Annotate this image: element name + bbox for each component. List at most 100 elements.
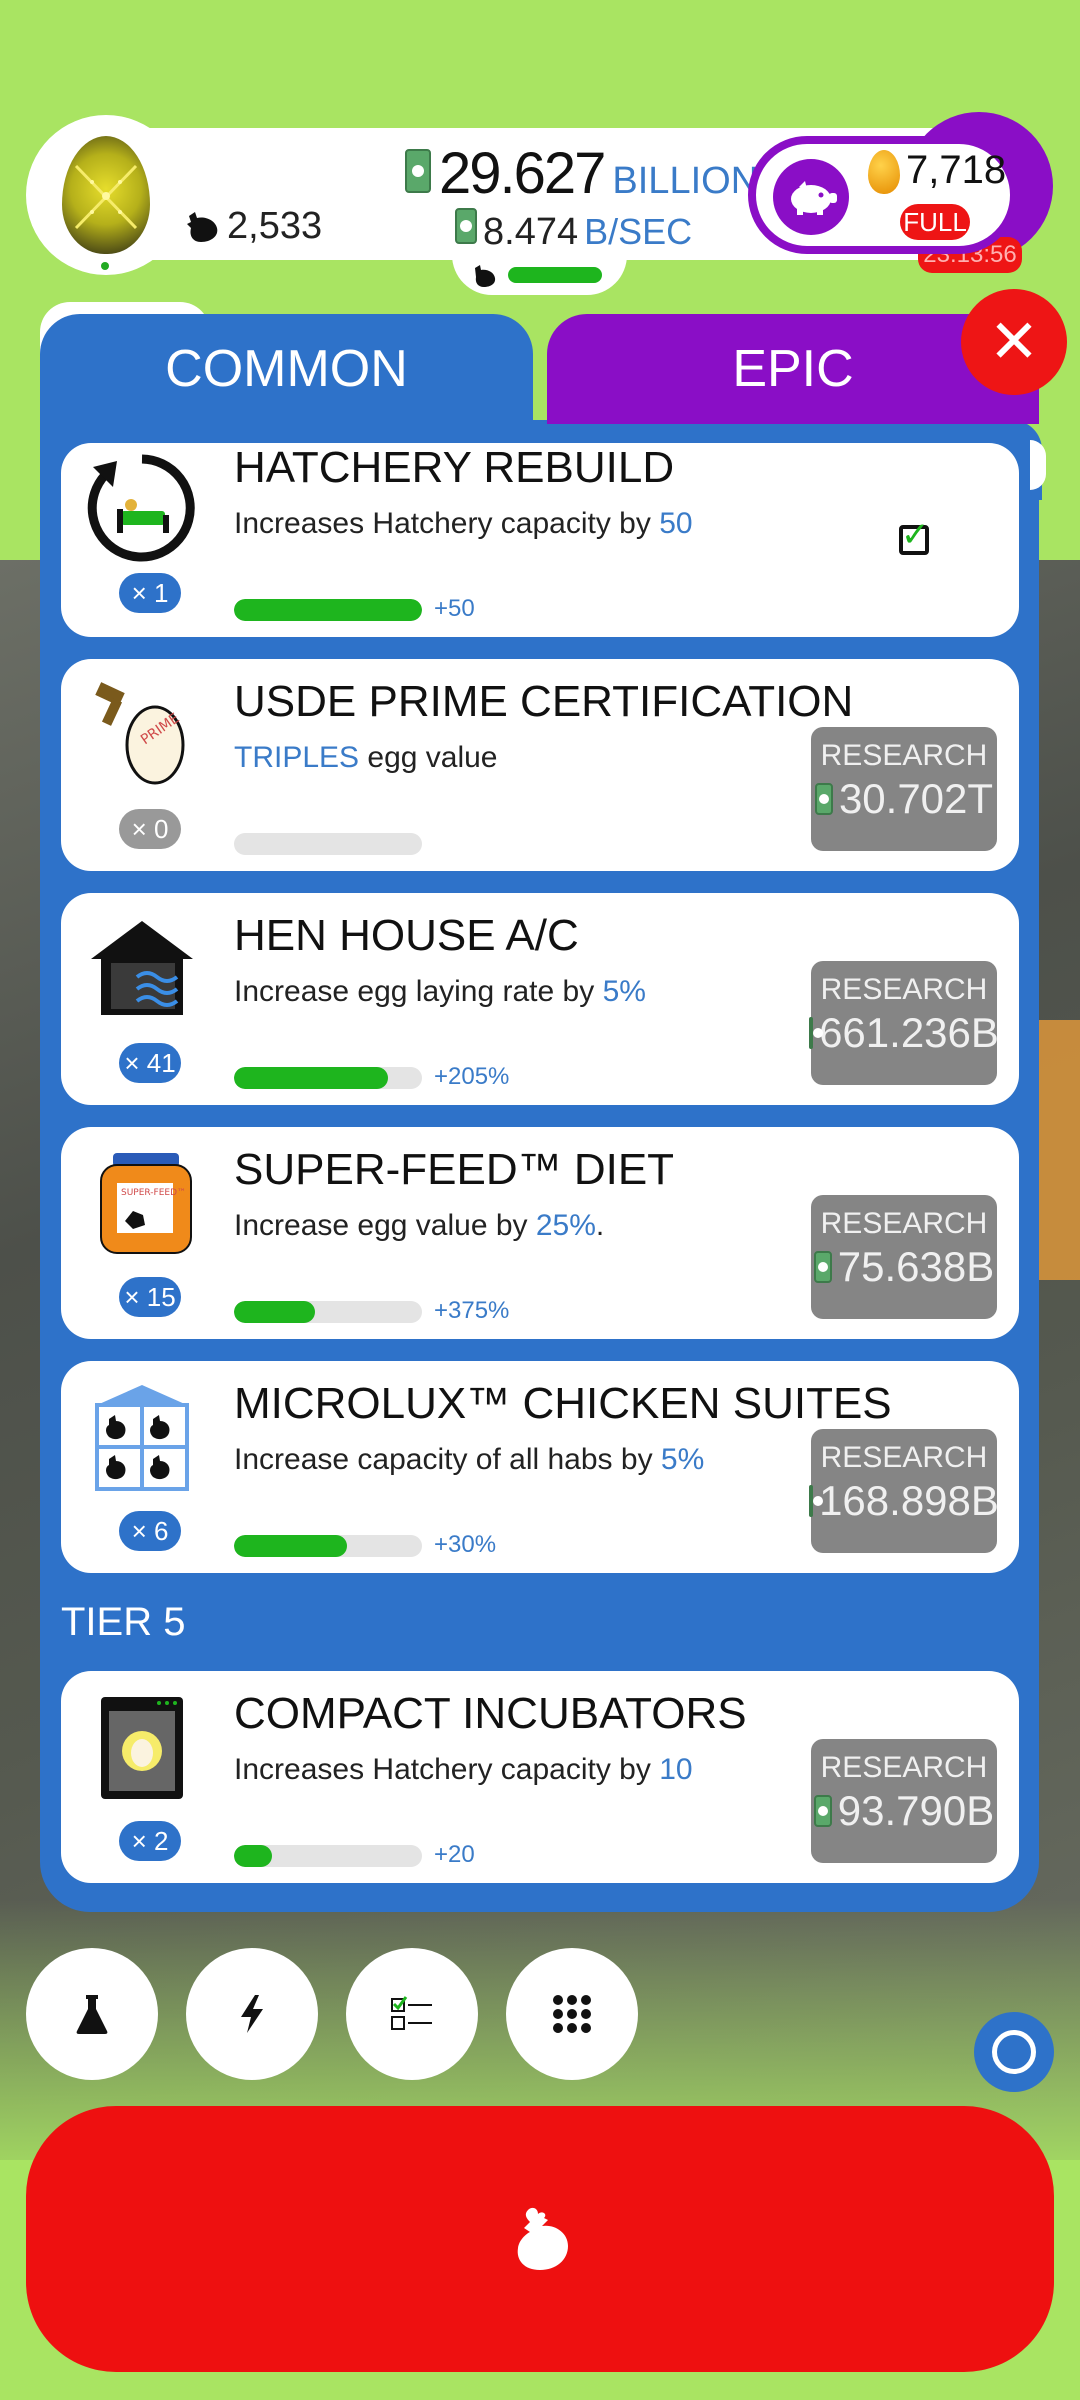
- research-bonus: +20: [434, 1841, 475, 1868]
- research-nav-button[interactable]: [26, 1948, 158, 2080]
- research-button[interactable]: RESEARCH 30.702T: [811, 727, 997, 851]
- close-button[interactable]: ✕: [961, 289, 1067, 395]
- research-cost: 30.702T: [838, 775, 994, 822]
- research-cost: 75.638B: [837, 1243, 995, 1290]
- research-item-hen-house-ac[interactable]: × 41 HEN HOUSE A/C Increase egg laying r…: [61, 893, 1019, 1105]
- research-bonus: +205%: [434, 1063, 510, 1090]
- cash-icon: [405, 149, 431, 193]
- research-title: HATCHERY REBUILD: [234, 443, 675, 492]
- hen-house-ac-icon: [87, 915, 197, 1025]
- research-button-label: RESEARCH: [820, 1441, 988, 1474]
- money-value: 29.627: [439, 141, 606, 206]
- flask-icon: [76, 1995, 108, 2034]
- research-item-microlux-suites[interactable]: × 6 MICROLUX™ CHICKEN SUITES Increase ca…: [61, 1361, 1019, 1573]
- cash-icon: [813, 1795, 832, 1827]
- svg-text:SUPER-FEED™: SUPER-FEED™: [121, 1188, 186, 1198]
- earning-rate: 8.474 B/SEC: [455, 208, 692, 254]
- rate-unit: B/SEC: [584, 211, 693, 252]
- population-indicator: [452, 255, 627, 295]
- current-egg-button[interactable]: [26, 115, 186, 275]
- research-progress-bar: [234, 1845, 422, 1867]
- golden-egg-icon: [868, 150, 900, 194]
- close-icon: ✕: [988, 307, 1040, 377]
- research-count: × 2: [119, 1821, 181, 1861]
- research-title: SUPER-FEED™ DIET: [234, 1145, 675, 1194]
- research-bonus: +375%: [434, 1297, 510, 1324]
- research-progress-bar: [234, 833, 422, 855]
- research-button-label: RESEARCH: [820, 1751, 988, 1784]
- piggy-bank-icon[interactable]: [773, 159, 849, 235]
- compact-incubators-icon: [87, 1693, 197, 1803]
- research-description: Increase capacity of all habs by 5%: [234, 1443, 705, 1476]
- usde-prime-icon: PRIME: [87, 681, 197, 791]
- research-bonus: +50: [434, 595, 475, 622]
- research-bonus: +30%: [434, 1531, 497, 1558]
- research-button-label: RESEARCH: [820, 739, 988, 772]
- research-description: Increases Hatchery capacity by 50: [234, 507, 693, 540]
- missions-nav-button[interactable]: [346, 1948, 478, 2080]
- panel-nub: [1030, 440, 1046, 490]
- research-button-label: RESEARCH: [820, 973, 988, 1006]
- research-button-label: RESEARCH: [820, 1207, 988, 1240]
- research-progress-bar: [234, 1301, 422, 1323]
- research-count: × 1: [119, 573, 181, 613]
- research-item-usde-prime[interactable]: PRIME × 0 USDE PRIME CERTIFICATION TRIPL…: [61, 659, 1019, 871]
- tier-label: TIER 5: [61, 1600, 186, 1644]
- research-item-super-feed[interactable]: SUPER-FEED™ × 15 SUPER-FEED™ DIET Increa…: [61, 1127, 1019, 1339]
- research-count: × 6: [119, 1511, 181, 1551]
- research-button[interactable]: RESEARCH 168.898B: [809, 1429, 999, 1553]
- chicken-count-value: 2,533: [227, 205, 323, 247]
- research-button[interactable]: RESEARCH 93.790B: [811, 1739, 997, 1863]
- chicken-icon: [187, 211, 218, 242]
- research-count: × 0: [119, 809, 181, 849]
- grid-icon: [553, 1995, 591, 2033]
- research-description: TRIPLES egg value: [234, 741, 498, 774]
- camera-toggle-button[interactable]: [974, 2012, 1054, 2092]
- population-bar: [508, 267, 602, 283]
- chick-icon: [475, 265, 496, 287]
- egg-icon: [62, 136, 150, 254]
- research-title: USDE PRIME CERTIFICATION: [234, 677, 854, 726]
- hatchery-rebuild-icon: [87, 453, 197, 563]
- research-button[interactable]: RESEARCH 75.638B: [811, 1195, 997, 1319]
- hatch-chicken-button[interactable]: [26, 2106, 1054, 2372]
- research-button[interactable]: RESEARCH 661.236B: [809, 961, 999, 1085]
- research-item-hatchery-rebuild[interactable]: × 1 HATCHERY REBUILD Increases Hatchery …: [61, 443, 1019, 637]
- research-progress-bar: [234, 1535, 422, 1557]
- research-progress-bar: [234, 599, 422, 621]
- golden-egg-count: 7,718: [906, 148, 1007, 192]
- research-item-compact-incubators[interactable]: × 2 COMPACT INCUBATORS Increases Hatcher…: [61, 1671, 1019, 1883]
- cash-icon: [813, 1251, 832, 1283]
- research-cost: 661.236B: [819, 1009, 999, 1056]
- research-description: Increase egg value by 25%.: [234, 1209, 605, 1242]
- research-count: × 15: [119, 1277, 181, 1317]
- tab-common[interactable]: COMMON: [40, 314, 533, 424]
- money-display: 29.627 BILLION: [405, 140, 758, 207]
- ring-icon: [992, 2030, 1036, 2074]
- full-badge: FULL: [900, 204, 970, 240]
- research-description: Increases Hatchery capacity by 10: [234, 1753, 693, 1786]
- cash-icon: [809, 1017, 824, 1049]
- lightning-icon: [241, 1995, 263, 2033]
- chicken-count: 2,533: [185, 205, 322, 248]
- super-feed-icon: SUPER-FEED™: [87, 1149, 197, 1259]
- tab-common-label: COMMON: [165, 340, 408, 398]
- status-dot: [101, 262, 109, 270]
- completed-check-icon: [899, 515, 930, 555]
- menu-nav-button[interactable]: [506, 1948, 638, 2080]
- tab-epic-label: EPIC: [732, 340, 854, 398]
- research-count: × 41: [119, 1043, 181, 1083]
- checklist-icon: [391, 1996, 432, 2030]
- cash-icon: [814, 783, 833, 815]
- research-cost: 93.790B: [837, 1787, 995, 1834]
- research-progress-bar: [234, 1067, 422, 1089]
- chicken-icon: [517, 2207, 568, 2270]
- money-unit: BILLION: [612, 160, 759, 202]
- rate-value: 8.474: [483, 211, 579, 253]
- research-description: Increase egg laying rate by 5%: [234, 975, 646, 1008]
- microlux-suites-icon: [87, 1383, 197, 1493]
- cash-icon: [455, 208, 477, 244]
- research-title: HEN HOUSE A/C: [234, 911, 579, 960]
- boost-nav-button[interactable]: [186, 1948, 318, 2080]
- cash-icon: [809, 1485, 824, 1517]
